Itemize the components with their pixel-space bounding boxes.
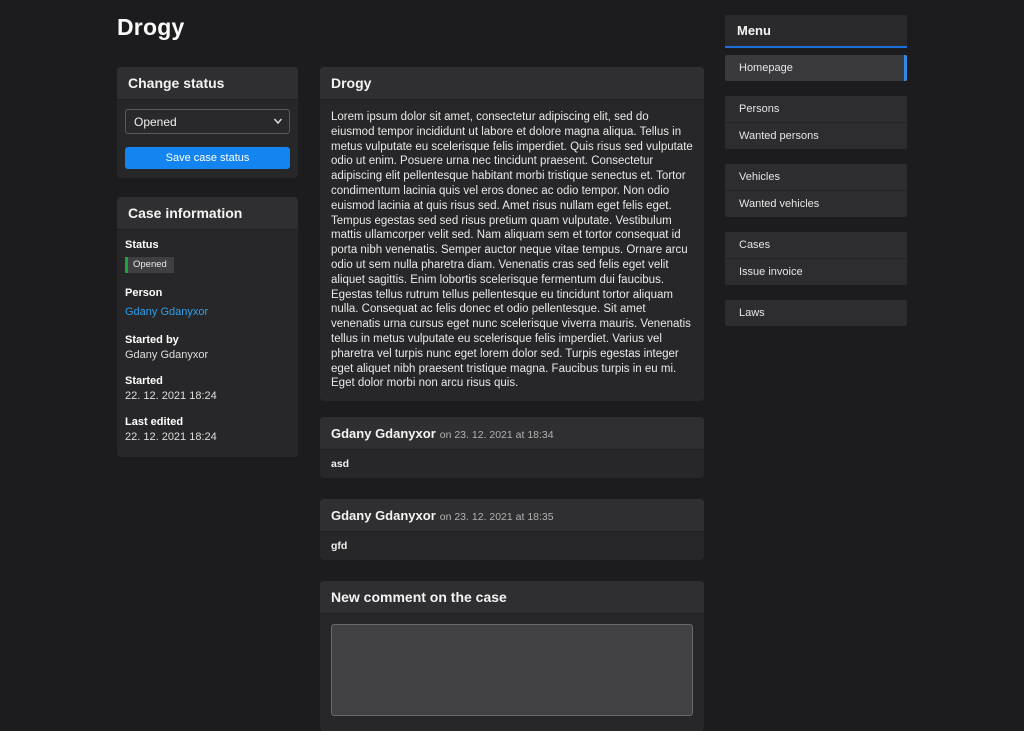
menu-item-laws[interactable]: Laws <box>725 300 907 326</box>
change-status-card: Change status Opened Save case status <box>117 67 298 178</box>
comment-body: gfd <box>320 532 704 560</box>
last-edited-field: Last edited 22. 12. 2021 18:24 <box>125 416 290 443</box>
menu-item-issue-invoice[interactable]: Issue invoice <box>725 258 907 285</box>
new-comment-card: New comment on the case <box>320 581 704 731</box>
last-edited-label: Last edited <box>125 416 290 428</box>
menu-sidebar: Menu Homepage Persons Wanted persons Veh… <box>725 15 907 341</box>
last-edited-value: 22. 12. 2021 18:24 <box>125 431 290 443</box>
person-link[interactable]: Gdany Gdanyxor <box>125 306 208 318</box>
menu-item-wanted-vehicles[interactable]: Wanted vehicles <box>725 190 907 217</box>
main-column: Drogy Lorem ipsum dolor sit amet, consec… <box>320 67 704 731</box>
status-select[interactable]: Opened <box>125 109 290 134</box>
menu-item-cases[interactable]: Cases <box>725 232 907 258</box>
started-by-field: Started by Gdany Gdanyxor <box>125 334 290 361</box>
comment-timestamp: on 23. 12. 2021 at 18:35 <box>440 511 554 523</box>
menu-group-cases: Cases Issue invoice <box>725 232 907 285</box>
status-label: Status <box>125 239 290 251</box>
comment-card: Gdany Gdanyxor on 23. 12. 2021 at 18:34 a… <box>320 417 704 478</box>
comment-header: Gdany Gdanyxor on 23. 12. 2021 at 18:35 <box>320 499 704 532</box>
page-title: Drogy <box>117 14 184 41</box>
menu-item-vehicles[interactable]: Vehicles <box>725 164 907 190</box>
comment-header: Gdany Gdanyxor on 23. 12. 2021 at 18:34 <box>320 417 704 450</box>
case-detail-card: Drogy Lorem ipsum dolor sit amet, consec… <box>320 67 704 401</box>
comment-body: asd <box>320 450 704 478</box>
started-value: 22. 12. 2021 18:24 <box>125 390 290 402</box>
menu-group-laws: Laws <box>725 300 907 326</box>
person-field: Person Gdany Gdanyxor <box>125 287 290 320</box>
case-detail-title: Drogy <box>320 67 704 100</box>
save-case-status-button[interactable]: Save case status <box>125 147 290 169</box>
menu-item-wanted-persons[interactable]: Wanted persons <box>725 122 907 149</box>
comment-card: Gdany Gdanyxor on 23. 12. 2021 at 18:35 g… <box>320 499 704 560</box>
menu-group-homepage: Homepage <box>725 55 907 81</box>
case-description: Lorem ipsum dolor sit amet, consectetur … <box>331 110 693 391</box>
change-status-title: Change status <box>117 67 298 100</box>
case-information-card: Case information Status Opened Person Gd… <box>117 197 298 457</box>
comment-timestamp: on 23. 12. 2021 at 18:34 <box>440 429 554 441</box>
left-column: Change status Opened Save case status Ca… <box>117 67 298 476</box>
started-by-label: Started by <box>125 334 290 346</box>
started-label: Started <box>125 375 290 387</box>
started-field: Started 22. 12. 2021 18:24 <box>125 375 290 402</box>
status-badge: Opened <box>125 257 174 273</box>
case-information-title: Case information <box>117 197 298 230</box>
new-comment-title: New comment on the case <box>320 581 704 614</box>
menu-title: Menu <box>725 15 907 48</box>
menu-item-homepage[interactable]: Homepage <box>725 55 907 81</box>
status-field: Status Opened <box>125 239 290 273</box>
menu-group-persons: Persons Wanted persons <box>725 96 907 149</box>
person-label: Person <box>125 287 290 299</box>
started-by-value: Gdany Gdanyxor <box>125 349 290 361</box>
new-comment-textarea[interactable] <box>331 624 693 716</box>
menu-group-vehicles: Vehicles Wanted vehicles <box>725 164 907 217</box>
comment-author: Gdany Gdanyxor <box>331 508 436 523</box>
comment-author: Gdany Gdanyxor <box>331 426 436 441</box>
menu-item-persons[interactable]: Persons <box>725 96 907 122</box>
